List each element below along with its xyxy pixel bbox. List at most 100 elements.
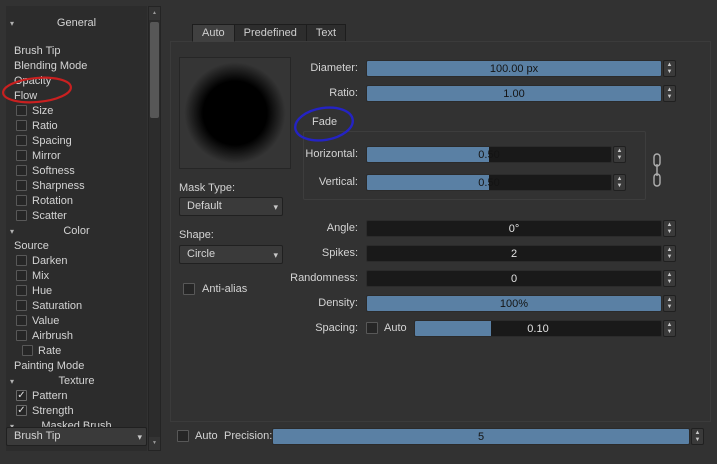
spin-up-icon[interactable]: ▲ [667, 62, 673, 68]
sidebar-item-ratio[interactable]: Ratio [6, 119, 147, 134]
spikes-row: Spikes: 2 ▲ ▼ [0, 245, 717, 262]
scroll-up-icon[interactable]: ▲ [149, 7, 160, 20]
angle-row: Angle: 0° ▲ ▼ [0, 220, 717, 237]
ratio-slider[interactable]: 1.00 [366, 85, 662, 102]
precision-auto-checkbox[interactable] [177, 430, 189, 442]
sidebar-header-texture[interactable]: ▾ Texture [6, 374, 147, 389]
vertical-fade-slider[interactable]: 0.50 [366, 174, 612, 191]
randomness-row: Randomness: 0 ▲ ▼ [0, 270, 717, 287]
spin-up-icon[interactable]: ▲ [667, 272, 673, 278]
angle-value: 0° [508, 223, 520, 235]
spin-down-icon[interactable]: ▼ [667, 254, 673, 260]
diameter-spinner[interactable]: ▲ ▼ [663, 60, 676, 77]
spacing-value: 0.10 [527, 323, 549, 335]
spacing-row: Spacing: Auto 0.10 ▲ ▼ [0, 320, 717, 337]
link-values-icon[interactable] [650, 150, 664, 190]
spacing-label: Spacing: [315, 322, 358, 334]
precision-row: Auto Precision: 5 ▲ ▼ [0, 428, 717, 445]
checkbox-icon[interactable] [16, 119, 27, 131]
spin-up-icon[interactable]: ▲ [667, 322, 673, 328]
brush-editor-window: ▾ General Brush Tip Blending Mode Opacity… [0, 0, 717, 464]
ratio-spinner[interactable]: ▲ ▼ [663, 85, 676, 102]
sidebar-item-strength[interactable]: ✓ Strength [6, 404, 147, 419]
fade-label: Fade [308, 116, 342, 128]
angle-slider[interactable]: 0° [366, 220, 662, 237]
chevron-down-icon: ▾ [273, 202, 278, 212]
diameter-value: 100.00 px [489, 63, 539, 75]
precision-slider[interactable]: 5 [272, 428, 690, 445]
checkbox-icon[interactable] [16, 134, 27, 146]
spin-down-icon[interactable]: ▼ [667, 329, 673, 335]
ratio-label: Ratio: [329, 87, 358, 99]
sidebar-item-pattern[interactable]: ✓ Pattern [6, 389, 147, 404]
spin-down-icon[interactable]: ▼ [667, 279, 673, 285]
density-label: Density: [318, 297, 358, 309]
spin-down-icon[interactable]: ▼ [617, 183, 623, 189]
density-spinner[interactable]: ▲ ▼ [663, 295, 676, 312]
ratio-value: 1.00 [503, 88, 525, 100]
horizontal-fade-slider[interactable]: 0.50 [366, 146, 612, 163]
randomness-value: 0 [510, 273, 518, 285]
checkbox-icon[interactable] [22, 344, 33, 356]
tab-predefined[interactable]: Predefined [233, 24, 307, 42]
tab-text[interactable]: Text [305, 24, 347, 42]
diameter-label: Diameter: [310, 62, 358, 74]
spin-up-icon[interactable]: ▲ [667, 222, 673, 228]
vertical-fade-spinner[interactable]: ▲ ▼ [613, 174, 626, 191]
checkbox-checked-icon[interactable]: ✓ [16, 389, 27, 401]
spin-up-icon[interactable]: ▲ [667, 297, 673, 303]
spacing-spinner[interactable]: ▲ ▼ [663, 320, 676, 337]
angle-spinner[interactable]: ▲ ▼ [663, 220, 676, 237]
spacing-auto-label: Auto [384, 322, 407, 334]
precision-spinner[interactable]: ▲ ▼ [691, 428, 704, 445]
spikes-slider[interactable]: 2 [366, 245, 662, 262]
spin-down-icon[interactable]: ▼ [667, 69, 673, 75]
spin-up-icon[interactable]: ▲ [617, 176, 623, 182]
spin-up-icon[interactable]: ▲ [667, 87, 673, 93]
sidebar-header-general[interactable]: ▾ General [6, 16, 147, 31]
density-row: Density: 100% ▲ ▼ [0, 295, 717, 312]
spin-up-icon[interactable]: ▲ [695, 430, 701, 436]
spacing-slider[interactable]: 0.10 [414, 320, 662, 337]
randomness-slider[interactable]: 0 [366, 270, 662, 287]
spin-down-icon[interactable]: ▼ [617, 155, 623, 161]
sidebar-item-painting-mode[interactable]: Painting Mode [6, 359, 147, 374]
spin-down-icon[interactable]: ▼ [667, 304, 673, 310]
sidebar-item-rotation[interactable]: Rotation [6, 194, 147, 209]
precision-auto-label: Auto [195, 430, 218, 442]
spin-down-icon[interactable]: ▼ [667, 229, 673, 235]
tab-auto[interactable]: Auto [192, 24, 235, 42]
spin-down-icon[interactable]: ▼ [695, 437, 701, 443]
density-value: 100% [499, 298, 529, 310]
mask-type-combobox[interactable]: Default ▾ [179, 197, 283, 216]
checkbox-checked-icon[interactable]: ✓ [16, 404, 27, 416]
spin-down-icon[interactable]: ▼ [667, 94, 673, 100]
horizontal-fade-spinner[interactable]: ▲ ▼ [613, 146, 626, 163]
sidebar-item-size[interactable]: Size [6, 104, 147, 119]
sidebar-item-brush-tip[interactable]: Brush Tip [6, 44, 147, 59]
vertical-fade-value: 0.50 [478, 177, 500, 189]
spin-up-icon[interactable]: ▲ [617, 148, 623, 154]
checkbox-icon[interactable] [16, 209, 27, 221]
collapse-arrow-icon: ▾ [10, 19, 15, 28]
spikes-label: Spikes: [321, 247, 358, 259]
ratio-row: Ratio: 1.00 ▲ ▼ [0, 85, 717, 102]
spin-up-icon[interactable]: ▲ [667, 247, 673, 253]
vertical-label: Vertical: [318, 176, 358, 188]
checkbox-icon[interactable] [16, 194, 27, 206]
sidebar-item-rate[interactable]: Rate [6, 344, 147, 359]
spikes-value: 2 [510, 248, 518, 260]
precision-value: 5 [477, 431, 485, 443]
randomness-spinner[interactable]: ▲ ▼ [663, 270, 676, 287]
horizontal-label: Horizontal: [305, 148, 358, 160]
density-slider[interactable]: 100% [366, 295, 662, 312]
spikes-spinner[interactable]: ▲ ▼ [663, 245, 676, 262]
diameter-slider[interactable]: 100.00 px [366, 60, 662, 77]
randomness-label: Randomness: [290, 272, 358, 284]
horizontal-fade-row: Horizontal: 0.50 ▲ ▼ [0, 146, 717, 163]
brush-tip-type-tabs: Auto Predefined Text [192, 24, 347, 42]
angle-label: Angle: [326, 222, 358, 234]
checkbox-icon[interactable] [16, 104, 27, 116]
diameter-row: Diameter: 100.00 px ▲ ▼ [0, 60, 717, 77]
spacing-auto-checkbox[interactable] [366, 322, 378, 334]
